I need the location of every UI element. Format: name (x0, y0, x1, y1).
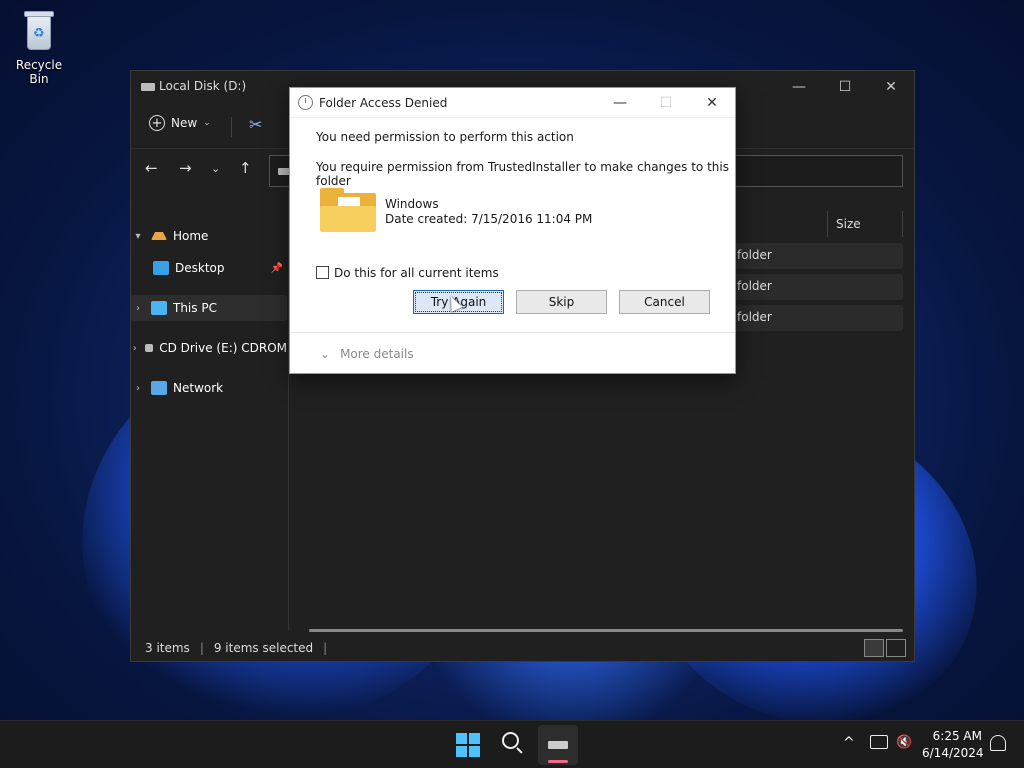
file-type: folder (737, 279, 772, 293)
minimize-button[interactable]: — (776, 71, 822, 103)
search-button[interactable] (502, 732, 524, 754)
dialog-titlebar[interactable]: Folder Access Denied — ☐ ✕ (290, 88, 735, 118)
chevron-right-icon[interactable]: › (131, 303, 145, 314)
network-icon (151, 381, 167, 395)
clock-icon (298, 95, 313, 110)
details-view-icon[interactable] (864, 639, 884, 657)
drive-icon (141, 83, 155, 91)
drive-icon (548, 741, 568, 749)
chevron-right-icon[interactable]: › (131, 383, 145, 394)
maximize-button[interactable]: ☐ (822, 71, 868, 103)
dialog-detail: You require permission from TrustedInsta… (316, 160, 729, 188)
status-bar: 3 items | 9 items selected | (131, 635, 914, 661)
status-divider: | (199, 641, 204, 655)
sidebar-item-this-pc[interactable]: › This PC (131, 295, 287, 321)
chevron-down-icon: ⌄ (203, 118, 211, 128)
selected-count: 9 items selected (213, 641, 314, 655)
toolbar-divider (231, 117, 232, 137)
sidebar-item-label: Desktop (175, 261, 225, 275)
taskbar-file-explorer[interactable] (538, 725, 578, 765)
notification-icon[interactable] (990, 735, 1006, 751)
windows-logo-icon (456, 733, 467, 744)
sidebar-item-cd-drive[interactable]: › CD Drive (E:) CDROM (131, 335, 287, 361)
sidebar-item-label: Network (173, 381, 224, 395)
recycle-bin-label: Recycle Bin (15, 58, 63, 86)
speaker-muted-icon[interactable]: 🔇 (896, 735, 912, 750)
file-type: folder (737, 310, 772, 324)
table-row[interactable]: folder (731, 243, 903, 269)
home-icon (151, 232, 167, 240)
network-icon[interactable] (870, 735, 888, 749)
computer-icon (151, 301, 167, 315)
search-icon (502, 732, 519, 749)
up-arrow-icon[interactable]: ↑ (239, 159, 252, 177)
dialog-title: Folder Access Denied (319, 96, 448, 110)
table-row[interactable]: folder (731, 305, 903, 331)
cancel-button[interactable]: Cancel (619, 290, 710, 314)
taskbar-date[interactable]: 6/14/2024 (922, 746, 984, 760)
dialog-minimize-button[interactable]: — (597, 88, 643, 118)
tiles-view-icon[interactable] (886, 639, 906, 657)
new-button[interactable]: + New ⌄ (149, 115, 211, 131)
item-count: 3 items (145, 641, 190, 655)
sidebar-item-home[interactable]: ▾ Home (131, 223, 287, 249)
recycle-bin-shortcut[interactable]: ♻ Recycle Bin (6, 8, 72, 86)
skip-button[interactable]: Skip (516, 290, 607, 314)
more-details-toggle[interactable]: ⌄ More details (320, 347, 414, 361)
horizontal-scrollbar[interactable] (309, 629, 903, 632)
pin-icon: 📌 (270, 262, 283, 274)
explorer-title: Local Disk (D:) (159, 79, 247, 93)
dialog-maximize-button: ☐ (659, 95, 673, 111)
taskbar-time[interactable]: 6:25 AM (930, 729, 982, 743)
file-type: folder (737, 248, 772, 262)
new-label: New (171, 116, 198, 130)
start-button[interactable] (456, 733, 480, 757)
apply-to-all-label[interactable]: Do this for all current items (334, 266, 499, 280)
cut-icon[interactable]: ✂ (249, 115, 262, 134)
chevron-up-icon[interactable]: ^ (843, 735, 855, 751)
chevron-right-icon[interactable]: › (131, 343, 139, 354)
recycle-bin-icon: ♻ (19, 8, 59, 54)
folder-access-denied-dialog: Folder Access Denied — ☐ ✕ You need perm… (289, 87, 736, 374)
plus-icon: + (149, 115, 165, 131)
column-header-size[interactable]: Size (827, 211, 907, 237)
sidebar-item-label: Home (173, 229, 209, 243)
sidebar-item-desktop[interactable]: Desktop 📌 (131, 255, 287, 281)
recent-chevron-icon[interactable]: ⌄ (211, 162, 220, 175)
folder-name: Windows (385, 197, 439, 211)
folder-icon (320, 188, 376, 232)
forward-arrow-icon[interactable]: → (179, 159, 192, 177)
apply-to-all-checkbox[interactable] (316, 266, 329, 279)
more-details-label: More details (340, 347, 414, 361)
chevron-down-icon: ⌄ (320, 347, 331, 361)
close-button[interactable]: ✕ (868, 71, 914, 103)
sidebar-item-label: This PC (173, 301, 217, 315)
back-arrow-icon[interactable]: ← (145, 159, 158, 177)
dialog-close-button[interactable]: ✕ (689, 88, 735, 118)
chevron-down-icon[interactable]: ▾ (131, 231, 145, 242)
dialog-footer: ⌄ More details (290, 332, 735, 373)
active-indicator (548, 760, 568, 763)
sidebar-item-label: CD Drive (E:) CDROM (159, 341, 287, 355)
cd-drive-icon (144, 344, 154, 352)
desktop-icon (153, 261, 169, 275)
table-row[interactable]: folder (731, 274, 903, 300)
navigation-pane: ▾ Home Desktop 📌 › This PC › CD Drive (E… (131, 191, 289, 631)
status-divider: | (323, 641, 328, 655)
folder-date-created: Date created: 7/15/2016 11:04 PM (385, 212, 593, 226)
taskbar: ^ 🔇 6:25 AM 6/14/2024 (0, 720, 1024, 768)
sidebar-item-network[interactable]: › Network (131, 375, 287, 401)
dialog-message: You need permission to perform this acti… (316, 130, 574, 144)
